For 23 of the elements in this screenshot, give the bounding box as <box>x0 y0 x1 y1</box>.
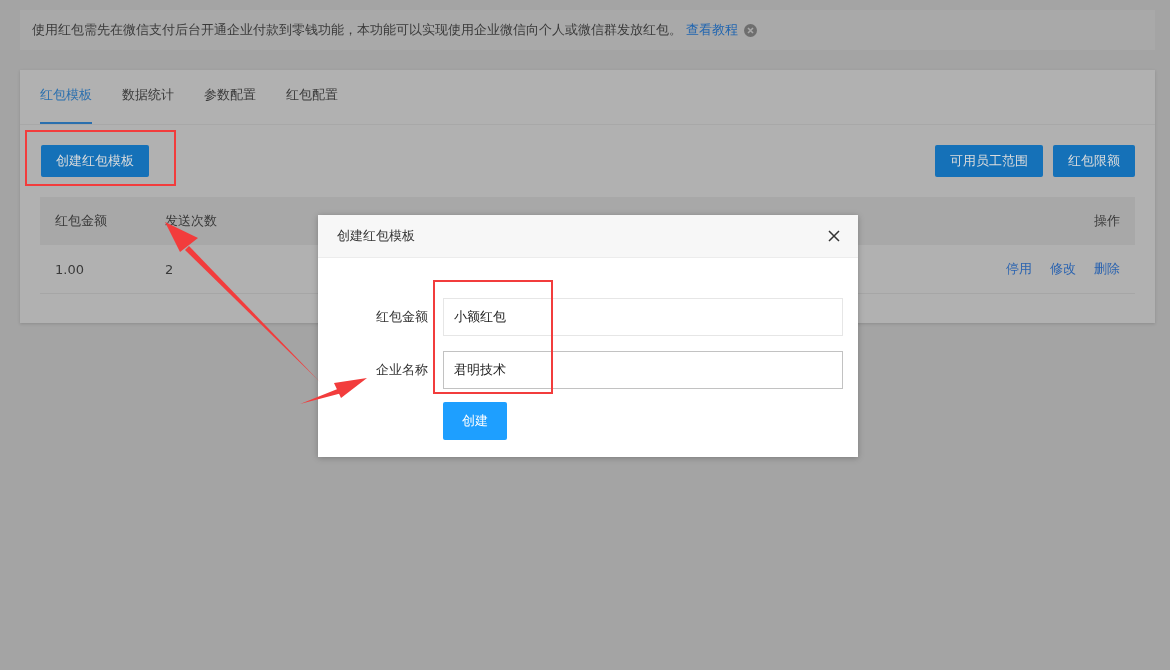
row-action-link[interactable]: 修改 <box>1050 260 1076 278</box>
column-header: 红包金额 <box>55 212 108 230</box>
table-cell-text: 2 <box>165 261 175 277</box>
input-field[interactable]: 小额红包 <box>443 298 843 336</box>
create-template-button[interactable]: 创建红包模板 <box>41 145 149 177</box>
close-icon[interactable] <box>828 230 840 242</box>
toolbar-button[interactable]: 红包限额 <box>1053 145 1135 177</box>
tab[interactable]: 红包配置 <box>286 86 338 124</box>
notice-text: 使用红包需先在微信支付后台开通企业付款到零钱功能，本功能可以实现使用企业微信向个人或微信群发放红包。 <box>32 21 682 39</box>
toolbar-button[interactable]: 可用员工范围 <box>935 145 1043 177</box>
table-cell-text: 1.00 <box>55 261 85 277</box>
tab[interactable]: 参数配置 <box>204 86 256 124</box>
column-header: 操作 <box>1094 212 1120 230</box>
row-action-link[interactable]: 删除 <box>1094 260 1120 278</box>
dialog-title: 创建红包模板 <box>337 227 415 245</box>
tab[interactable]: 数据统计 <box>122 86 174 124</box>
tutorial-link[interactable]: 查看教程 <box>686 21 738 39</box>
create-button[interactable]: 创建 <box>443 402 507 440</box>
field-label: 企业名称 <box>375 361 429 379</box>
tab[interactable]: 红包模板 <box>40 86 92 124</box>
row-action-link[interactable]: 停用 <box>1006 260 1032 278</box>
field-label: 红包金额 <box>375 308 429 326</box>
input-field[interactable]: 君明技术 <box>443 351 843 389</box>
